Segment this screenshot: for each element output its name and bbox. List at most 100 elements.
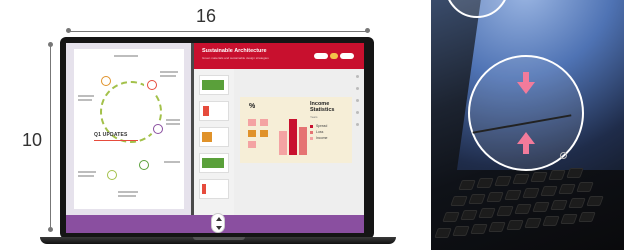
keyboard [430,168,624,250]
node-icon-right [150,121,166,137]
key [532,202,550,212]
header-button[interactable] [340,53,354,59]
text-line [78,171,96,173]
key [506,220,524,230]
text-line [78,95,94,97]
legend-swatch [310,137,313,140]
chart-bar [289,119,297,155]
side-toolbar[interactable] [356,75,360,135]
node-icon-bottom [104,167,120,183]
key [550,200,568,210]
infographic-title-underline [94,140,138,141]
slide-thumbnail[interactable] [199,101,229,121]
header-button[interactable] [314,53,328,59]
text-line [78,99,92,101]
key [548,170,566,180]
key [470,224,488,234]
key [542,216,560,226]
text-line [118,195,136,197]
key [468,194,486,204]
key [512,174,530,184]
key [586,196,604,206]
slide-subtitle: Years [310,115,318,119]
header-button[interactable] [330,53,338,59]
key [524,218,542,228]
app-title: Sustainable Architecture [202,48,267,54]
text-line [78,175,94,177]
slide-bar-chart [279,115,307,155]
laptop-screen: Q1 UPDATES Sustainable Architecture Gree… [66,43,364,233]
legend-swatch [310,131,313,134]
infographic-document: Q1 UPDATES [74,49,184,209]
key [558,184,576,194]
key [442,212,460,222]
slide-square [248,130,256,137]
key [478,208,496,218]
text-line [164,161,180,163]
key [514,204,532,214]
laptop-base-notch [193,237,245,240]
node-icon-top [98,73,114,89]
slide-square [248,119,256,126]
text-line [160,71,178,73]
slide-thumbnails [194,69,234,215]
key [540,186,558,196]
key [488,222,506,232]
height-dimension-label: 10 [22,130,43,150]
chart-bar [279,131,287,155]
split-handle-icon[interactable] [211,213,225,233]
key [496,206,514,216]
text-line [160,75,176,77]
thumbnail-block [202,80,224,90]
key [452,226,470,236]
height-dimension-line [48,42,53,232]
legend-label: Spread [316,124,328,128]
slide-square [260,130,268,137]
slide-thumbnail[interactable] [199,127,229,147]
power-icon [560,152,567,159]
arrow-down-icon [517,82,535,94]
key [460,210,478,220]
arrow-up-stem [523,144,529,154]
thumbnail-block [202,184,206,194]
key [494,176,512,186]
legend-swatch [310,125,313,128]
key [566,168,584,178]
key [576,182,594,192]
node-icon-right-top [144,77,160,93]
slide-square [260,119,268,126]
slide-thumbnail[interactable] [199,75,229,95]
slide-square [248,141,256,148]
key [578,212,596,222]
key [568,198,586,208]
width-dimension-line [66,28,370,33]
key [434,228,452,238]
slide-thumbnail[interactable] [199,179,229,199]
node-icon-bottom-right [136,157,152,173]
slide-title: Income Statistics [310,101,335,113]
doc-heading [114,55,138,57]
chart-bar [299,127,307,155]
key [530,172,548,182]
infographic-title: Q1 UPDATES [94,132,128,138]
arrow-up-icon [517,132,535,144]
slide-percent-label: % [249,103,256,110]
handle-down-icon [216,226,222,230]
legend-label: Loss [316,130,324,134]
thumbnail-block [202,158,224,168]
slide-thumbnail[interactable] [199,153,229,173]
key [522,188,540,198]
thumbnail-block [203,106,209,116]
key [504,190,522,200]
text-line [118,191,138,193]
arrow-down-stem [523,72,529,82]
left-pane[interactable]: Q1 UPDATES [66,43,192,215]
key [450,196,468,206]
text-line [166,123,180,125]
thumbnail-block [202,132,212,142]
app-subtitle: Green materials and sustainable design s… [202,56,269,60]
key [486,192,504,202]
width-dimension-label: 16 [196,6,217,26]
legend-label: Income [316,136,328,140]
key [476,178,494,188]
